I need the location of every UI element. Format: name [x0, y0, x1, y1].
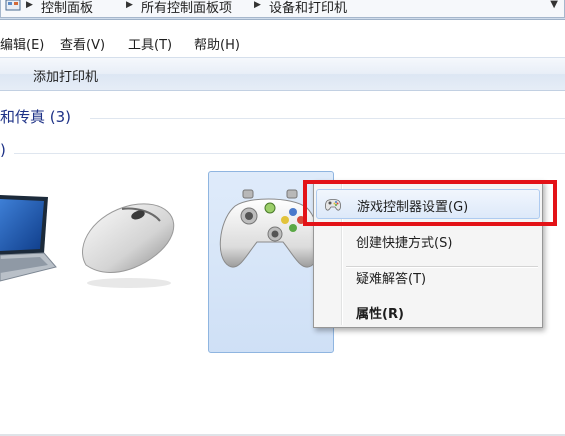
menu-tools[interactable]: 工具(T)	[128, 34, 172, 53]
mouse-icon[interactable]	[74, 195, 184, 290]
breadcrumb-devices-printers[interactable]: 设备和打印机	[269, 0, 347, 16]
breadcrumb-all-items[interactable]: 所有控制面板项	[141, 0, 232, 16]
breadcrumb-separator-icon[interactable]: ▶	[26, 0, 33, 10]
menu-edit[interactable]: 编辑(E)	[0, 34, 44, 53]
breadcrumb-control-panel[interactable]: 控制面板	[41, 0, 93, 16]
address-dropdown-icon[interactable]: ▼	[550, 0, 558, 10]
address-box[interactable]: ▶ 控制面板 ▶ 所有控制面板项 ▶ 设备和打印机 ▼	[0, 0, 565, 18]
control-panel-icon	[5, 0, 21, 11]
group-divider	[90, 118, 565, 119]
menu-item-troubleshoot[interactable]: 疑难解答(T)	[316, 262, 540, 292]
group-divider	[14, 153, 565, 154]
menu-item-label: 创建快捷方式(S)	[356, 236, 453, 251]
menu-bar: 编辑(E) 查看(V) 工具(T) 帮助(H)	[0, 30, 565, 54]
address-bar[interactable]: ▶ 控制面板 ▶ 所有控制面板项 ▶ 设备和打印机 ▼	[0, 0, 565, 20]
menu-help[interactable]: 帮助(H)	[194, 34, 240, 53]
menu-view[interactable]: 查看(V)	[60, 34, 105, 53]
menu-item-properties[interactable]: 属性(R)	[316, 297, 540, 327]
devices-group-title[interactable]: )	[0, 141, 6, 159]
menu-item-create-shortcut[interactable]: 创建快捷方式(S)	[316, 226, 540, 256]
menu-item-label: 疑难解答(T)	[356, 272, 427, 287]
breadcrumb-separator-icon[interactable]: ▶	[126, 0, 133, 10]
breadcrumb-separator-icon[interactable]: ▶	[254, 0, 261, 10]
menu-item-label: 属性(R)	[356, 307, 404, 322]
printers-group-title[interactable]: 和传真 (3)	[0, 106, 71, 127]
laptop-icon[interactable]	[0, 185, 62, 285]
annotation-highlight-box	[303, 180, 557, 226]
add-printer-button[interactable]: 添加打印机	[33, 66, 98, 85]
command-bar: 添加打印机	[0, 57, 565, 91]
